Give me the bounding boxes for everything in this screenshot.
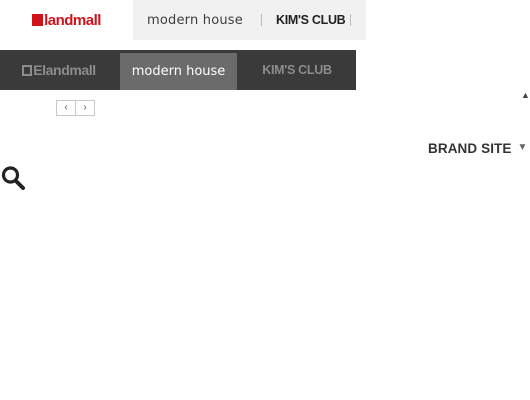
nav-tab-kims-club[interactable]: KIM'S CLUB [238, 50, 356, 90]
elandmall-logo-link[interactable]: landmall [0, 0, 133, 40]
brand-divider [350, 14, 351, 26]
brand-site-label: BRAND SITE [428, 140, 512, 156]
elandmall-logo-mark-icon [32, 14, 44, 26]
top-brand-bar: landmall modern house KIM'S CLUB [0, 0, 366, 40]
scroll-top-icon[interactable]: ▲ [521, 91, 530, 100]
brand-site-dropdown[interactable]: BRAND SITE ▼ [428, 139, 527, 157]
nav-tab-elandmall[interactable]: Elandmall [0, 50, 118, 90]
chevron-down-icon: ▼ [517, 142, 528, 153]
top-brand-links: modern house KIM'S CLUB [133, 0, 366, 40]
search-icon[interactable] [0, 164, 26, 192]
brand-pager: ‹ › [56, 100, 95, 116]
top-brand-modern-house[interactable]: modern house [133, 0, 261, 40]
elandmall-logo-text: landmall [44, 11, 101, 29]
top-brand-kims-club[interactable]: KIM'S CLUB [262, 0, 350, 40]
brand-nav-bar: Elandmall modern house KIM'S CLUB [0, 50, 356, 90]
pager-next-button[interactable]: › [76, 100, 95, 116]
nav-tab-elandmall-label: Elandmall [33, 62, 96, 78]
elandmall-mark-icon [22, 64, 33, 76]
pager-prev-button[interactable]: ‹ [56, 100, 76, 116]
nav-tab-modern-house[interactable]: modern house [120, 53, 237, 90]
